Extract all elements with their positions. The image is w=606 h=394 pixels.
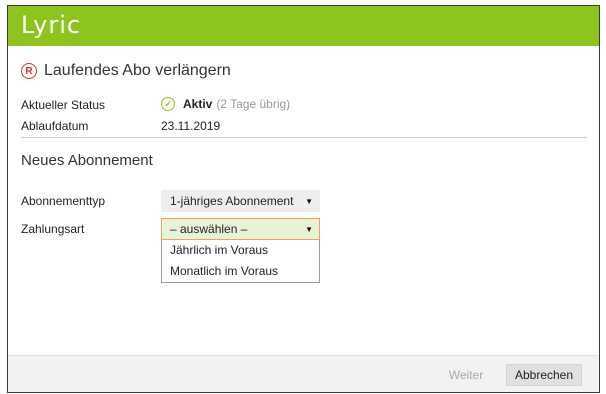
app-logo: Lyric xyxy=(21,11,82,39)
status-value: ✓ Aktiv (2 Tage übrig) xyxy=(161,97,290,111)
expiry-value: 23.11.2019 xyxy=(161,119,221,133)
payment-dropdown-list: Jährlich im Voraus Monatlich im Voraus xyxy=(161,240,320,283)
status-row: Aktueller Status ✓ Aktiv (2 Tage übrig) xyxy=(21,97,581,114)
payment-option-yearly[interactable]: Jährlich im Voraus xyxy=(162,240,319,261)
expiry-row: Ablaufdatum 23.11.2019 xyxy=(21,119,581,135)
status-active: Aktiv xyxy=(183,97,213,111)
payment-label: Zahlungsart xyxy=(21,222,85,236)
payment-option-monthly[interactable]: Monatlich im Voraus xyxy=(162,261,319,282)
new-subscription-heading: Neues Abonnement xyxy=(21,152,153,169)
dialog-footer: Weiter Abbrechen xyxy=(8,355,599,392)
chevron-down-icon: ▼ xyxy=(305,196,313,206)
expiry-label: Ablaufdatum xyxy=(21,119,89,133)
subscription-type-value: 1-jähriges Abonnement xyxy=(170,194,294,208)
status-remaining: (2 Tage übrig) xyxy=(216,97,291,111)
status-label: Aktueller Status xyxy=(21,98,106,112)
dialog-title-row: R Laufendes Abo verlängern xyxy=(21,60,231,82)
cancel-button[interactable]: Abbrechen xyxy=(506,364,582,386)
section-divider xyxy=(21,137,587,138)
dialog-window: Lyric R Laufendes Abo verlängern Aktuell… xyxy=(7,5,600,393)
payment-method-value: – auswählen – xyxy=(170,222,248,236)
dialog-title: Laufendes Abo verlängern xyxy=(44,62,231,79)
type-label: Abonnementtyp xyxy=(21,194,106,208)
check-circle-icon: ✓ xyxy=(161,97,175,111)
chevron-down-icon: ▼ xyxy=(305,224,313,234)
app-header: Lyric xyxy=(8,6,599,46)
payment-method-select[interactable]: – auswählen – ▼ xyxy=(161,218,320,240)
next-button[interactable]: Weiter xyxy=(436,364,496,386)
registered-icon: R xyxy=(21,63,37,79)
subscription-type-select[interactable]: 1-jähriges Abonnement ▼ xyxy=(161,190,320,212)
